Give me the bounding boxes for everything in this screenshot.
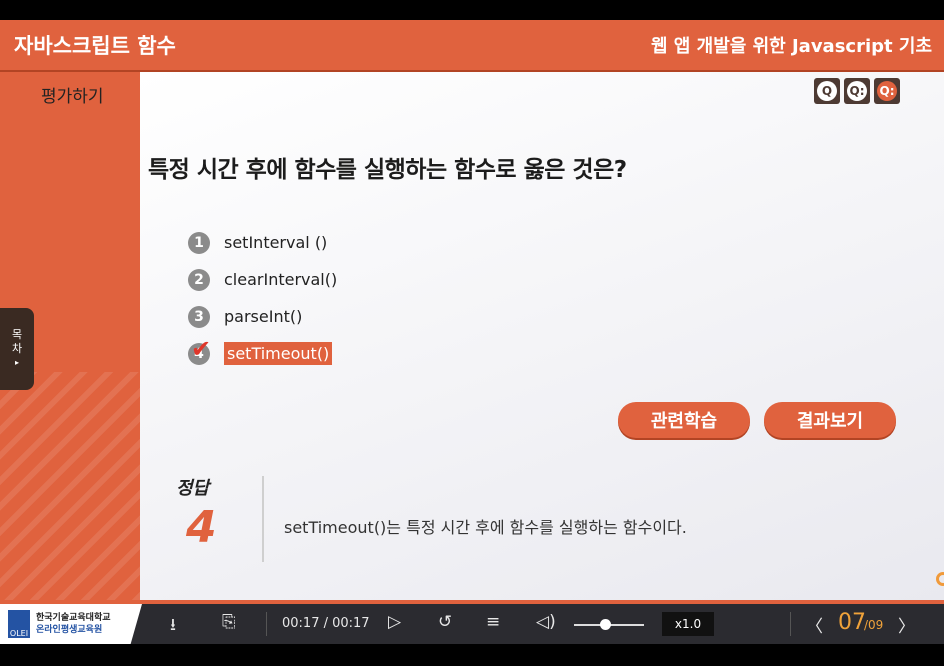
section-label: 평가하기 [41, 87, 104, 107]
toc-label-1: 목 [11, 328, 23, 341]
download-icon[interactable]: ⭳ [170, 612, 176, 641]
option-4-label: setTimeout() [224, 342, 333, 365]
answer-divider [262, 476, 264, 562]
left-panel: 평가하기 목 차 ▸ [0, 72, 140, 600]
answer-explanation: setTimeout()는 특정 시간 후에 함수를 실행하는 함수이다. [284, 518, 687, 537]
view-result-button[interactable]: 결과보기 [764, 402, 896, 438]
option-2[interactable]: 2 clearInterval() [188, 267, 337, 292]
toc-toggle-button[interactable]: 목 차 ▸ [0, 308, 34, 390]
bookmark-icon[interactable]: ⎘ [222, 612, 236, 632]
replay-icon[interactable]: ↺ [438, 612, 452, 632]
course-title: 자바스크립트 함수 [14, 34, 176, 58]
option-4-number: 4 ✔ [188, 337, 211, 365]
decorative-stripes [0, 372, 140, 600]
logo-line-1: 한국기술교육대학교 [36, 613, 111, 623]
quiz-nav-1-button[interactable]: Q [814, 78, 840, 104]
option-1-label: setInterval () [224, 233, 328, 252]
play-icon[interactable]: ▷ [388, 612, 401, 632]
volume-slider-handle[interactable] [600, 619, 611, 630]
quiz-nav-1-icon: Q [817, 81, 837, 101]
quiz-nav-2-button[interactable]: Q: [844, 78, 870, 104]
quiz-nav-3-icon: Q: [877, 81, 897, 101]
option-1-number: 1 [188, 231, 210, 254]
menu-icon[interactable]: ≡ [486, 612, 500, 632]
quiz-nav-3-button[interactable]: Q: [874, 78, 900, 104]
related-study-button[interactable]: 관련학습 [618, 402, 750, 438]
option-2-number: 2 [188, 268, 210, 291]
quiz-nav-icons: Q Q: Q: [814, 78, 900, 104]
quiz-content: Q Q: Q: 03 특정 시간 후에 함수를 실행하는 함수로 옳은 것은? … [140, 72, 944, 600]
page-total: /09 [864, 618, 884, 632]
option-3-number: 3 [188, 305, 210, 328]
answer-options: 1 setInterval () 2 clearInterval() 3 par… [188, 230, 337, 378]
player-bar: OLEI 한국기술교육대학교 온라인평생교육원 ⭳ ⎘ 00:17 / 00:1… [0, 600, 944, 644]
answer-label: 정답 [176, 478, 210, 499]
volume-icon[interactable]: ◁) [536, 612, 556, 632]
bottom-black-strip [0, 644, 944, 666]
logo-line-2: 온라인평생교육원 [36, 625, 103, 635]
page-current: 07 [838, 610, 866, 635]
logo-mark-icon: OLEI [8, 610, 30, 638]
option-3[interactable]: 3 parseInt() [188, 304, 337, 329]
answer-number: 4 [186, 502, 217, 553]
toc-label-2: 차 [11, 342, 23, 355]
prev-page-icon[interactable]: 〈 [806, 612, 823, 637]
checkmark-icon: ✔ [191, 334, 212, 363]
decorative-dot [936, 572, 944, 586]
option-1[interactable]: 1 setInterval () [188, 230, 337, 255]
institution-logo: OLEI 한국기술교육대학교 온라인평생교육원 [0, 604, 142, 644]
separator [790, 612, 791, 636]
question-text: 특정 시간 후에 함수를 실행하는 함수로 옳은 것은? [148, 157, 627, 183]
top-black-bar [0, 0, 944, 20]
course-subtitle: 웹 앱 개발을 위한 Javascript 기초 [650, 36, 932, 57]
option-4[interactable]: 4 ✔ setTimeout() [188, 337, 337, 366]
playback-speed-button[interactable]: x1.0 [662, 612, 714, 636]
next-page-icon[interactable]: 〉 [898, 612, 915, 637]
time-display: 00:17 / 00:17 [282, 616, 370, 631]
toc-arrow-icon: ▸ [14, 358, 19, 367]
header-bar: 자바스크립트 함수 웹 앱 개발을 위한 Javascript 기초 [0, 20, 944, 72]
option-3-label: parseInt() [224, 307, 303, 326]
quiz-nav-2-icon: Q: [847, 81, 867, 101]
separator [266, 612, 267, 636]
option-2-label: clearInterval() [224, 270, 338, 289]
